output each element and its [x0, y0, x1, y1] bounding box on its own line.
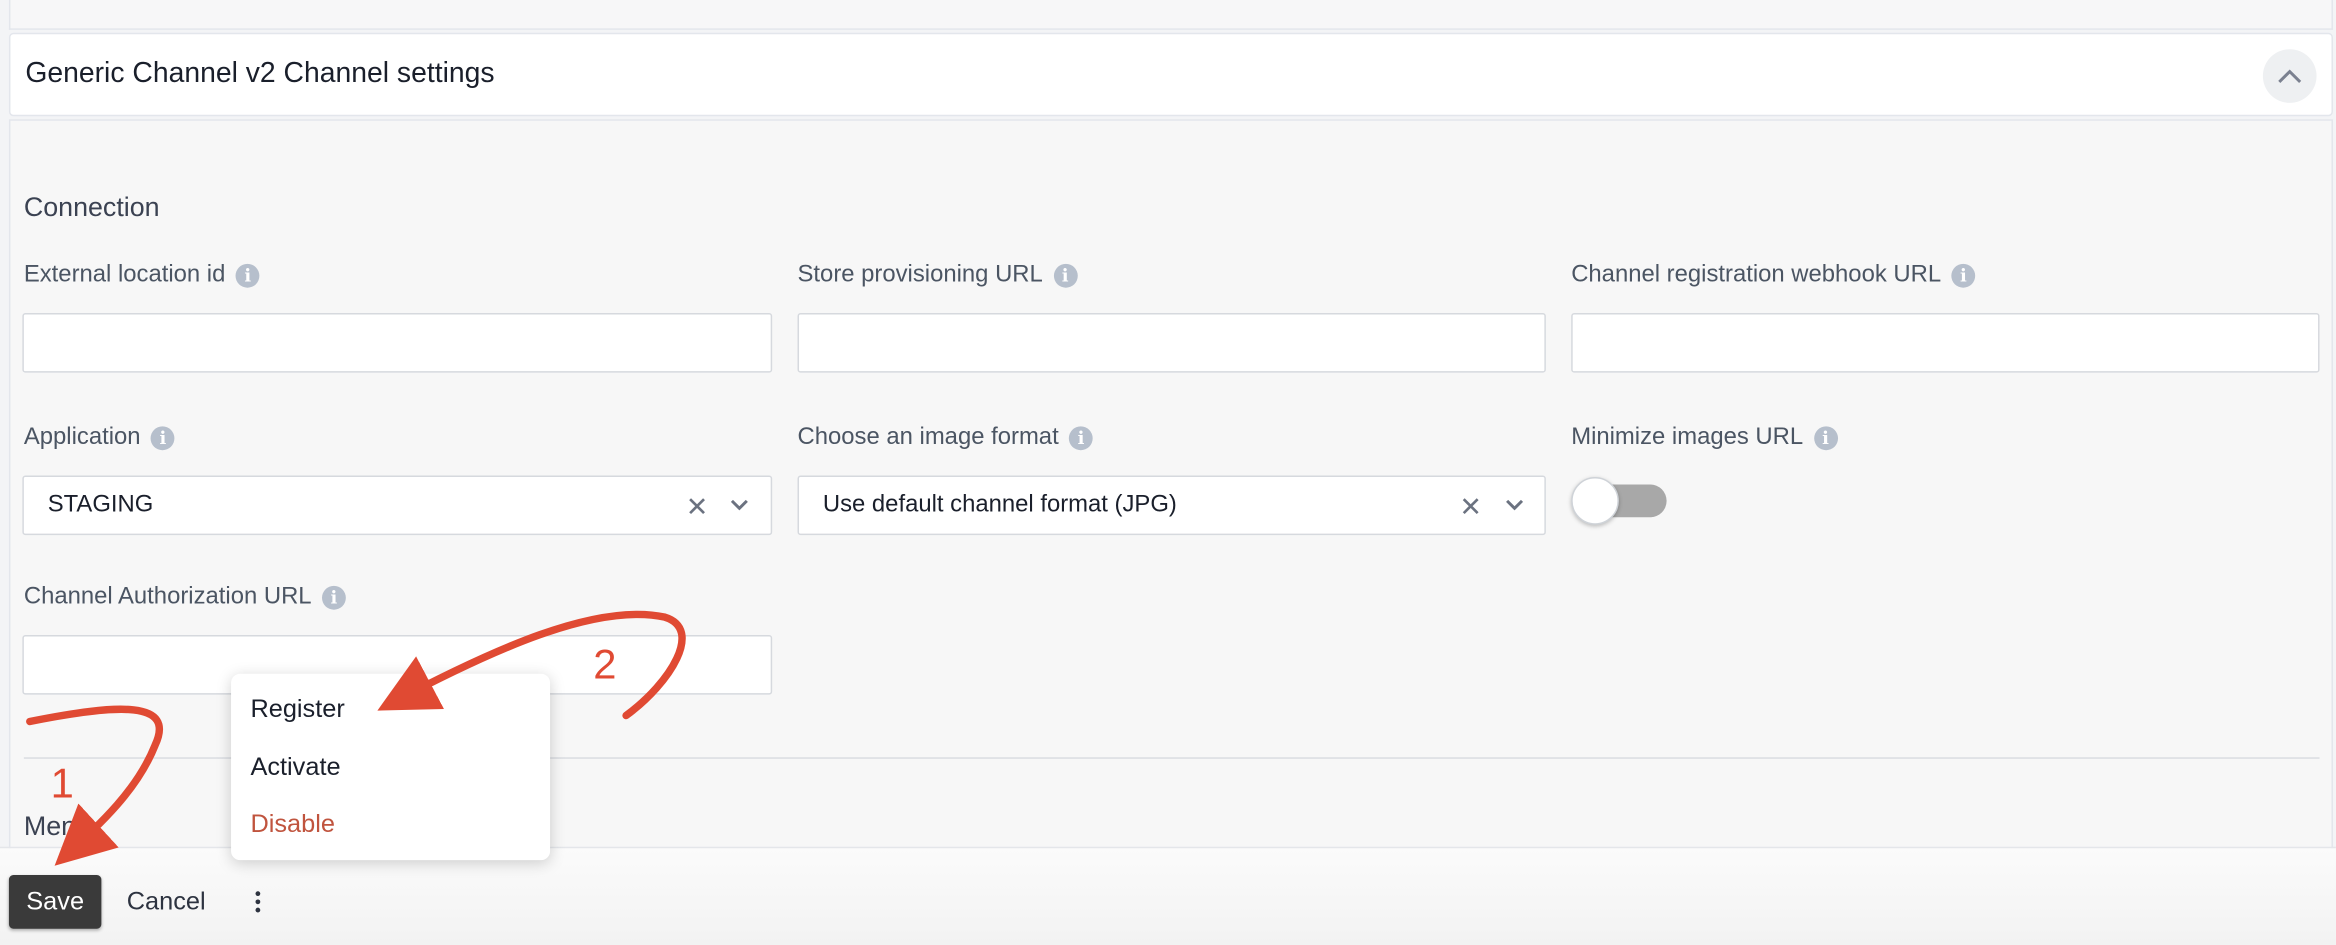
more-actions-button[interactable] — [244, 881, 271, 923]
chevron-down-icon[interactable] — [1504, 495, 1525, 516]
panel-title: Generic Channel v2 Channel settings — [25, 58, 495, 90]
info-icon[interactable]: i — [1951, 263, 1976, 288]
menu-item-register[interactable]: Register — [250, 695, 344, 725]
application-select[interactable]: STAGING ✕ — [22, 475, 773, 536]
annotation-step-1: 1 — [50, 760, 74, 807]
panel-header[interactable]: Generic Channel v2 Channel settings — [8, 32, 2333, 117]
image-format-label-text: Choose an image format — [797, 424, 1059, 451]
application-label-text: Application — [23, 424, 141, 451]
footer-action-bar: Save Cancel — [0, 846, 2336, 945]
minimize-images-url-label-text: Minimize images URL — [1571, 424, 1804, 451]
channel-authorization-url-label: Channel Authorization URL i — [24, 584, 346, 611]
channel-registration-webhook-url-label-text: Channel registration webhook URL — [1571, 262, 1942, 288]
channel-registration-webhook-url-input[interactable] — [1571, 313, 2320, 373]
info-icon[interactable]: i — [322, 585, 346, 610]
clear-icon[interactable]: ✕ — [1459, 492, 1482, 523]
external-location-id-label-text: External location id — [23, 262, 226, 288]
info-icon[interactable]: i — [150, 426, 175, 451]
clear-icon[interactable]: ✕ — [686, 492, 709, 523]
more-vertical-icon — [255, 891, 261, 913]
section-title-menu: Menu — [23, 810, 91, 841]
channel-registration-webhook-url-label: Channel registration webhook URL i — [1571, 262, 1976, 289]
minimize-images-url-toggle[interactable] — [1571, 477, 1667, 525]
external-location-id-label: External location id i — [24, 262, 260, 289]
image-format-label: Choose an image format i — [798, 425, 1093, 452]
more-actions-menu: Register Activate Disable — [231, 673, 551, 861]
info-icon[interactable]: i — [1053, 263, 1078, 288]
info-icon[interactable]: i — [1069, 426, 1093, 451]
settings-page: Generic Channel v2 Channel settings Conn… — [0, 0, 2336, 945]
application-label: Application i — [24, 425, 175, 452]
store-provisioning-url-input[interactable] — [797, 313, 1546, 373]
image-format-selected-value: Use default channel format (JPG) — [822, 491, 1177, 518]
annotation-step-2: 2 — [593, 641, 617, 688]
chevron-up-icon — [2278, 69, 2302, 84]
minimize-images-url-label: Minimize images URL i — [1571, 424, 1838, 452]
info-icon[interactable]: i — [235, 263, 260, 288]
external-location-id-input[interactable] — [22, 313, 773, 373]
store-provisioning-url-label: Store provisioning URL i — [798, 262, 1078, 289]
application-selected-value: STAGING — [47, 491, 154, 518]
cancel-button[interactable]: Cancel — [127, 887, 206, 917]
menu-item-activate[interactable]: Activate — [250, 753, 340, 783]
store-provisioning-url-label-text: Store provisioning URL — [797, 262, 1043, 288]
save-button[interactable]: Save — [8, 875, 102, 929]
menu-item-disable[interactable]: Disable — [250, 809, 335, 839]
collapse-panel-button[interactable] — [2262, 49, 2317, 103]
previous-panel-edge — [8, 0, 2333, 30]
channel-authorization-url-label-text: Channel Authorization URL — [23, 584, 312, 610]
toggle-knob — [1571, 477, 1619, 525]
image-format-select[interactable]: Use default channel format (JPG) ✕ — [797, 475, 1546, 536]
chevron-down-icon[interactable] — [729, 495, 750, 516]
info-icon[interactable]: i — [1813, 426, 1838, 451]
section-title-connection: Connection — [23, 192, 160, 223]
